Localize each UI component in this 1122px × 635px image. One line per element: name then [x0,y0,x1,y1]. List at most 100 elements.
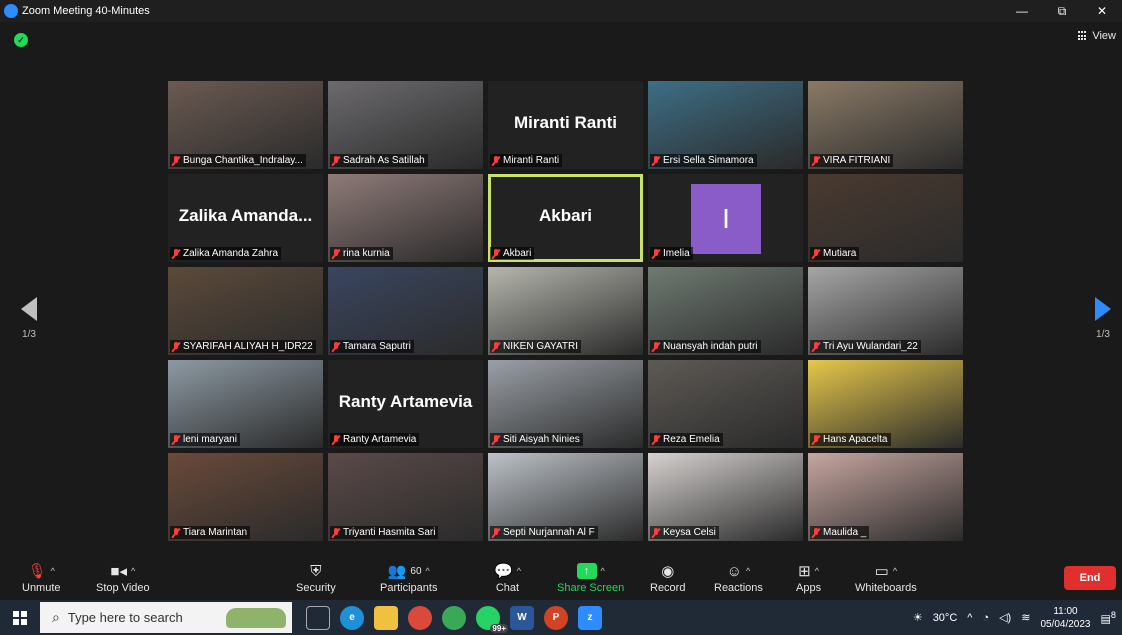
participant-tile[interactable]: Keysa Celsi [648,453,803,541]
participant-tile[interactable]: Sadrah As Satillah [328,81,483,169]
security-button[interactable]: ⛨ Security [296,560,336,595]
search-icon: ⌕ [52,609,60,625]
participant-tile[interactable]: Siti Aisyah Ninies [488,360,643,448]
tray-overflow-chevron-icon[interactable]: ^ [967,612,972,624]
participant-tile[interactable]: Ranty Artamevia Ranty Artamevia [328,360,483,448]
network-icon[interactable]: ◔ [982,612,989,624]
participant-name-label: Bunga Chantika_Indralay... [170,154,306,167]
participant-name-label: Hans Apacelta [810,433,891,446]
chevron-up-icon[interactable]: ^ [746,566,750,576]
participant-name: Keysa Celsi [663,527,716,538]
stop-video-button[interactable]: ■◂ ^ Stop Video [96,560,150,594]
temperature[interactable]: 30°C [933,612,958,624]
chevron-up-icon[interactable]: ^ [131,566,135,576]
participant-tile[interactable]: Akbari Akbari [488,174,643,262]
arrow-right-icon [1095,297,1111,321]
microphone-muted-icon [812,248,820,259]
participant-tile[interactable]: Hans Apacelta [808,360,963,448]
powerpoint-icon[interactable]: P [544,605,568,630]
weather-icon[interactable]: ☀ [913,611,923,624]
participant-tile[interactable]: Nuansyah indah putri [648,267,803,355]
end-meeting-button[interactable]: End [1064,566,1116,590]
security-shield-icon[interactable]: ✓ [14,33,28,47]
participant-display-name: Zalika Amanda... [178,206,313,225]
record-button[interactable]: ◉ Record [650,560,685,594]
notifications-icon[interactable]: ▤8 [1101,610,1117,626]
share-screen-button[interactable]: ↑ ^ Share Screen [557,560,624,594]
participant-name: Siti Aisyah Ninies [503,434,580,445]
shield-icon: ⛨ [310,562,322,580]
wifi-icon[interactable]: ≋ [1021,611,1030,624]
participant-name: Tamara Saputri [343,341,411,352]
participant-name-label: Septi Nurjannah Al F [490,526,598,539]
unmute-button[interactable]: 🎙 ^ Unmute [22,560,61,594]
close-button[interactable]: ✕ [1082,0,1122,22]
volume-icon[interactable]: ◁) [999,611,1011,624]
participant-tile[interactable]: Ersi Sella Simamora [648,81,803,169]
chevron-up-icon[interactable]: ^ [51,566,55,576]
participant-name-label: Imelia [650,247,693,260]
participant-name: Tiara Marintan [183,527,248,538]
chevron-up-icon[interactable]: ^ [601,566,605,576]
microphone-muted-icon: 🎙 [27,563,47,580]
chrome-browser-icon[interactable] [408,605,432,630]
start-button[interactable] [0,600,40,635]
participant-name: Akbari [503,248,532,259]
chevron-up-icon[interactable]: ^ [815,566,819,576]
microphone-muted-icon [652,341,660,352]
participant-tile[interactable]: Septi Nurjannah Al F [488,453,643,541]
participant-name-label: Zalika Amanda Zahra [170,247,282,260]
participant-tile[interactable]: Tamara Saputri [328,267,483,355]
participant-tile[interactable]: SYARIFAH ALIYAH H_IDR22 [168,267,323,355]
windows-logo-icon [13,610,27,625]
chat-button[interactable]: 💬 ^ Chat [494,560,521,594]
participant-tile[interactable]: Tri Ayu Wulandari_22 [808,267,963,355]
next-page-button[interactable]: 1/3 [1088,297,1118,340]
participant-tile[interactable]: Reza Emelia [648,360,803,448]
participant-name-label: Mutiara [810,247,860,260]
participant-tile[interactable]: Tiara Marintan [168,453,323,541]
participant-tile[interactable]: Miranti Ranti Miranti Ranti [488,81,643,169]
participant-tile[interactable]: Mutiara [808,174,963,262]
word-icon[interactable]: W [510,605,534,630]
apps-button[interactable]: ⊞ ^ Apps [796,560,821,594]
participant-tile[interactable]: NIKEN GAYATRI [488,267,643,355]
task-view-icon[interactable] [306,605,330,630]
participant-name: Ersi Sella Simamora [663,155,754,166]
zoom-taskbar-icon[interactable]: z [578,605,602,630]
participant-tile[interactable]: VIRA FITRIANI [808,81,963,169]
reactions-button[interactable]: ☺ ^ Reactions [714,560,763,595]
chevron-up-icon[interactable]: ^ [893,566,897,576]
clock[interactable]: 11:00 05/04/2023 [1040,605,1090,631]
record-icon: ◉ [661,563,675,580]
participant-name-label: Ersi Sella Simamora [650,154,757,167]
chevron-up-icon[interactable]: ^ [426,566,430,576]
participant-tile[interactable]: Bunga Chantika_Indralay... [168,81,323,169]
file-explorer-icon[interactable] [374,605,398,630]
taskbar-search-box[interactable]: ⌕ Type here to search [40,602,292,633]
participant-tile[interactable]: Maulida _ [808,453,963,541]
whiteboards-button[interactable]: ▭ ^ Whiteboards [855,560,917,594]
edge-browser-icon[interactable]: e [340,605,364,630]
view-button[interactable]: View [1078,30,1116,42]
microphone-muted-icon [332,527,340,538]
participant-tile[interactable]: Zalika Amanda... Zalika Amanda Zahra [168,174,323,262]
participant-tile[interactable]: rina kurnia [328,174,483,262]
page-indicator-right: 1/3 [1096,329,1110,340]
participant-tile[interactable]: I Imelia [648,174,803,262]
unmute-label: Unmute [22,582,61,594]
whatsapp-icon[interactable]: 99+ [476,605,508,633]
participant-tile[interactable]: leni maryani [168,360,323,448]
participants-count: 60 [410,565,422,577]
search-highlight-image [226,608,286,628]
minimize-button[interactable]: — [1002,0,1042,22]
chrome-profile-icon[interactable] [442,605,466,630]
restore-button[interactable]: ⧉ [1042,0,1082,22]
participant-display-name: Ranty Artamevia [338,392,473,411]
participant-name: Nuansyah indah putri [663,341,758,352]
chevron-up-icon[interactable]: ^ [517,566,521,576]
previous-page-button[interactable]: 1/3 [14,297,44,340]
participants-button[interactable]: 👥 60 ^ Participants [380,560,437,594]
participant-name-label: Miranti Ranti [490,154,563,167]
participant-tile[interactable]: Triyanti Hasmita Sari [328,453,483,541]
